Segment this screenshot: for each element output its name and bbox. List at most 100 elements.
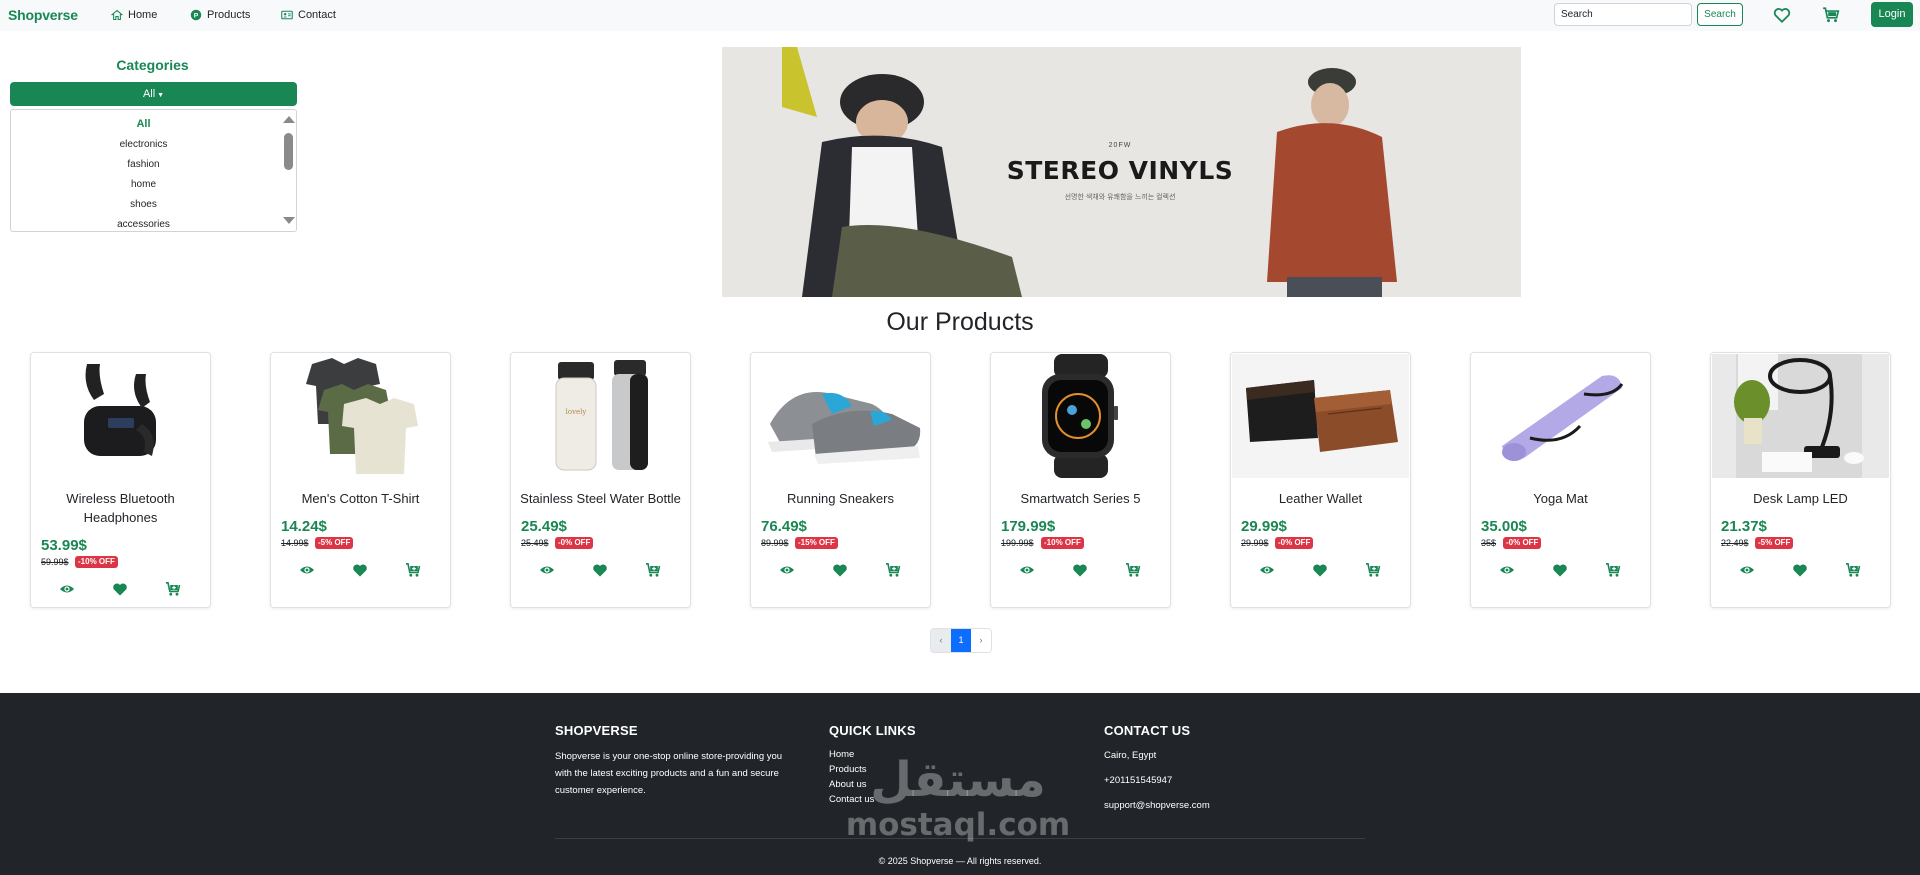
watermark: مستقل mostaql.com: [838, 752, 1078, 843]
product-card: Desk Lamp LED 21.37$ 22.49$ -5% OFF: [1710, 352, 1891, 608]
view-eye-icon[interactable]: [59, 581, 75, 597]
svg-text:lovely: lovely: [566, 408, 587, 416]
discount-badge: -5% OFF: [1755, 537, 1794, 549]
product-price: 14.24$: [281, 518, 327, 535]
product-card: Wireless Bluetooth Headphones 53.99$ 59.…: [30, 352, 211, 608]
add-to-cart-icon[interactable]: [1605, 562, 1621, 578]
product-name[interactable]: Smartwatch Series 5: [995, 489, 1166, 508]
scroll-up-arrow-icon[interactable]: [283, 116, 295, 123]
product-name[interactable]: Running Sneakers: [755, 489, 926, 508]
add-to-cart-icon[interactable]: [1365, 562, 1381, 578]
product-card: lovely Stainless Steel Water Bottle 25.4…: [510, 352, 691, 608]
scroll-down-arrow-icon[interactable]: [283, 217, 295, 224]
product-price: 35.00$: [1481, 518, 1527, 535]
add-to-cart-icon[interactable]: [645, 562, 661, 578]
categories-title: Categories: [116, 57, 189, 73]
product-image-water-bottle[interactable]: lovely: [512, 354, 689, 478]
discount-badge: -15% OFF: [795, 537, 838, 549]
view-eye-icon[interactable]: [299, 562, 315, 578]
category-item-all[interactable]: All: [11, 118, 276, 130]
add-to-cart-icon[interactable]: [165, 581, 181, 597]
category-scrollbar[interactable]: [279, 110, 296, 231]
category-item-shoes[interactable]: shoes: [11, 199, 276, 210]
view-eye-icon[interactable]: [1499, 562, 1515, 578]
product-name[interactable]: Leather Wallet: [1235, 489, 1406, 508]
wishlist-heart-icon[interactable]: [1072, 562, 1088, 578]
product-name[interactable]: Men's Cotton T-Shirt: [275, 489, 446, 508]
product-old-price: 59.99$: [41, 557, 69, 567]
footer-email[interactable]: support@shopverse.com: [1104, 797, 1210, 814]
nav-contact-label: Contact: [298, 9, 336, 21]
home-icon: [111, 9, 123, 21]
add-to-cart-icon[interactable]: [1845, 562, 1861, 578]
wishlist-heart-icon[interactable]: [832, 562, 848, 578]
caret-down-icon: ▼: [155, 92, 165, 99]
nav-products-link[interactable]: P Products: [190, 9, 250, 21]
add-to-cart-icon[interactable]: [885, 562, 901, 578]
banner-small-text: 20FW: [1108, 142, 1132, 149]
products-section-title: Our Products: [886, 308, 1034, 336]
product-name[interactable]: Wireless Bluetooth Headphones: [35, 489, 206, 527]
footer-about-heading: SHOPVERSE: [555, 723, 638, 738]
contact-icon: [281, 10, 293, 20]
nav-home-link[interactable]: Home: [111, 9, 157, 21]
wishlist-heart-icon[interactable]: [1792, 562, 1808, 578]
watermark-arabic: مستقل: [870, 752, 1046, 808]
category-dropdown-label: All: [142, 88, 156, 100]
product-image-smartwatch[interactable]: [992, 354, 1169, 478]
category-item-fashion[interactable]: fashion: [11, 159, 276, 170]
pagination-prev[interactable]: ‹: [931, 629, 951, 652]
view-eye-icon[interactable]: [1019, 562, 1035, 578]
product-image-sneakers[interactable]: [752, 354, 929, 478]
wishlist-heart-icon[interactable]: [1773, 6, 1791, 24]
product-old-price: 29.99$: [1241, 538, 1269, 548]
category-item-home[interactable]: home: [11, 179, 276, 190]
product-image-desk-lamp[interactable]: [1712, 354, 1889, 478]
pagination-page-1[interactable]: 1: [951, 629, 971, 652]
wishlist-heart-icon[interactable]: [592, 562, 608, 578]
nav-contact-link[interactable]: Contact: [281, 9, 336, 21]
product-price: 179.99$: [1001, 518, 1056, 535]
nav-home-label: Home: [128, 9, 158, 21]
cart-icon[interactable]: [1822, 6, 1840, 24]
discount-badge: -0% OFF: [555, 537, 594, 549]
discount-badge: -10% OFF: [75, 556, 118, 568]
wishlist-heart-icon[interactable]: [112, 581, 128, 597]
product-name[interactable]: Yoga Mat: [1475, 489, 1646, 508]
footer-contact-heading: CONTACT US: [1104, 723, 1191, 738]
product-image-headphones[interactable]: [32, 354, 209, 478]
product-price: 25.49$: [521, 518, 567, 535]
category-dropdown-button[interactable]: All ▼: [10, 82, 297, 106]
product-name[interactable]: Desk Lamp LED: [1715, 489, 1886, 508]
add-to-cart-icon[interactable]: [405, 562, 421, 578]
watermark-latin: mostaql.com: [845, 807, 1071, 843]
scroll-thumb[interactable]: [284, 133, 293, 170]
view-eye-icon[interactable]: [779, 562, 795, 578]
product-old-price: 14.99$: [281, 538, 309, 548]
login-button[interactable]: Login: [1871, 2, 1913, 27]
category-item-electronics[interactable]: electronics: [11, 139, 276, 150]
products-icon: P: [190, 9, 202, 21]
wishlist-heart-icon[interactable]: [352, 562, 368, 578]
product-image-tshirt[interactable]: [272, 354, 449, 478]
wishlist-heart-icon[interactable]: [1312, 562, 1328, 578]
footer-copyright: © 2025 Shopverse — All rights reserved.: [878, 856, 1042, 866]
brand-logo[interactable]: Shopverse: [8, 7, 78, 23]
view-eye-icon[interactable]: [1259, 562, 1275, 578]
pagination-next[interactable]: ›: [971, 629, 991, 652]
product-old-price: 22.49$: [1721, 538, 1749, 548]
view-eye-icon[interactable]: [539, 562, 555, 578]
category-item-accessories[interactable]: accessories: [11, 219, 276, 230]
add-to-cart-icon[interactable]: [1125, 562, 1141, 578]
footer: SHOPVERSE Shopverse is your one-stop onl…: [0, 693, 1920, 875]
search-button[interactable]: Search: [1697, 3, 1743, 26]
product-name[interactable]: Stainless Steel Water Bottle: [515, 489, 686, 508]
search-input[interactable]: [1554, 3, 1692, 26]
view-eye-icon[interactable]: [1739, 562, 1755, 578]
product-image-wallet[interactable]: [1232, 354, 1409, 478]
footer-about-text: Shopverse is your one-stop online store-…: [555, 751, 783, 796]
wishlist-heart-icon[interactable]: [1552, 562, 1568, 578]
product-image-yoga-mat[interactable]: [1472, 354, 1649, 478]
product-price: 21.37$: [1721, 518, 1767, 535]
product-price: 76.49$: [761, 518, 807, 535]
